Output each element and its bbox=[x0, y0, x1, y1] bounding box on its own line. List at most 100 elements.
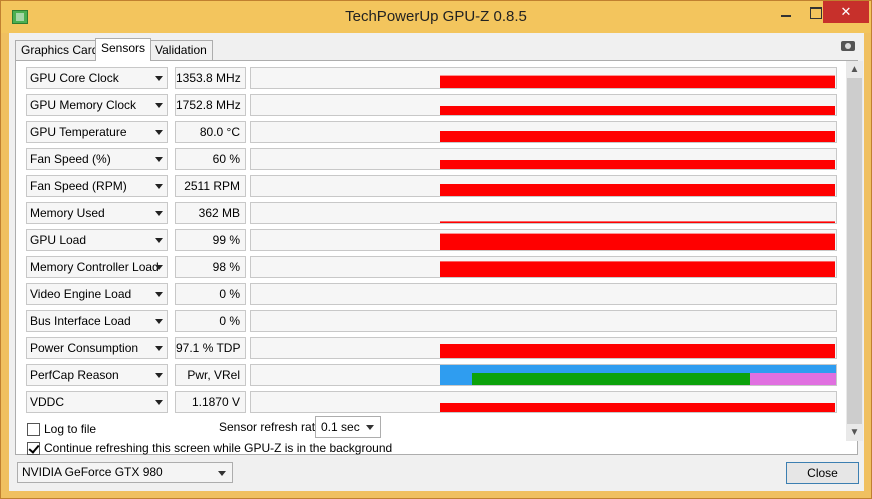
sensor-graph-plot bbox=[440, 75, 835, 88]
sensor-graph-fill bbox=[440, 233, 835, 250]
sensor-name-dropdown[interactable]: Memory Used bbox=[26, 202, 168, 224]
sensor-graph bbox=[250, 391, 837, 413]
sensor-value: 1.1870 V bbox=[175, 391, 246, 413]
sensor-graph-fill bbox=[440, 184, 835, 196]
perfcap-segment bbox=[472, 373, 490, 385]
chevron-down-icon bbox=[155, 184, 163, 189]
chevron-down-icon bbox=[155, 211, 163, 216]
sensor-name-dropdown[interactable]: Fan Speed (%) bbox=[26, 148, 168, 170]
sensor-value: 97.1 % TDP bbox=[175, 337, 246, 359]
chevron-down-icon bbox=[155, 103, 163, 108]
sensor-name: GPU Temperature bbox=[30, 125, 127, 139]
sensor-graph-plot bbox=[440, 106, 835, 115]
sensor-graph-plot bbox=[251, 311, 836, 331]
sensor-scrollbar[interactable]: ▲ ▼ bbox=[846, 61, 863, 441]
sensor-name-dropdown[interactable]: GPU Memory Clock bbox=[26, 94, 168, 116]
sensor-name-dropdown[interactable]: PerfCap Reason bbox=[26, 364, 168, 386]
sensor-name: Fan Speed (%) bbox=[30, 152, 111, 166]
chevron-down-icon bbox=[366, 425, 374, 430]
sensor-row: Fan Speed (%) 60 % bbox=[24, 148, 837, 172]
sensor-graph-fill bbox=[440, 344, 835, 358]
chevron-down-icon bbox=[155, 76, 163, 81]
sensor-graph-fill bbox=[440, 261, 835, 277]
title-bar[interactable]: TechPowerUp GPU-Z 0.8.5 ✕ bbox=[1, 1, 871, 33]
sensor-name-dropdown[interactable]: Fan Speed (RPM) bbox=[26, 175, 168, 197]
sensor-graph-plot bbox=[440, 131, 835, 142]
close-button[interactable]: Close bbox=[786, 462, 859, 484]
sensor-graph bbox=[250, 67, 837, 89]
sensor-name: Video Engine Load bbox=[30, 287, 132, 301]
sensor-name: Memory Used bbox=[30, 206, 105, 220]
sensor-row: GPU Load 99 % bbox=[24, 229, 837, 253]
scroll-up-icon[interactable]: ▲ bbox=[846, 61, 863, 78]
chevron-down-icon bbox=[155, 373, 163, 378]
sensor-graph-fill bbox=[440, 160, 835, 169]
sensor-value: 98 % bbox=[175, 256, 246, 278]
sensor-graph bbox=[250, 337, 837, 359]
sensor-graph-plot bbox=[440, 403, 835, 412]
sensor-value: 0 % bbox=[175, 310, 246, 332]
sensor-name-dropdown[interactable]: Memory Controller Load bbox=[26, 256, 168, 278]
minimize-button[interactable] bbox=[771, 1, 801, 23]
chevron-down-icon bbox=[155, 400, 163, 405]
log-to-file-option[interactable]: Log to file bbox=[27, 422, 96, 438]
sensor-value: 1752.8 MHz bbox=[175, 94, 246, 116]
sensor-graph bbox=[250, 364, 837, 386]
perfcap-segment bbox=[490, 373, 750, 385]
sensor-graph bbox=[250, 256, 837, 278]
sensor-graph-fill bbox=[440, 131, 835, 142]
sensor-name-dropdown[interactable]: GPU Load bbox=[26, 229, 168, 251]
continue-refresh-label: Continue refreshing this screen while GP… bbox=[44, 441, 393, 455]
close-window-button[interactable]: ✕ bbox=[823, 1, 869, 23]
sensor-refresh-label: Sensor refresh rate: bbox=[219, 420, 326, 434]
sensor-value: Pwr, VRel bbox=[175, 364, 246, 386]
window-client-area: Graphics Card Sensors Validation GPU Cor… bbox=[9, 33, 864, 491]
sensor-graph-plot bbox=[440, 365, 836, 385]
continue-refresh-option[interactable]: Continue refreshing this screen while GP… bbox=[27, 441, 393, 456]
sensor-row: GPU Temperature 80.0 °C bbox=[24, 121, 837, 145]
sensor-name-dropdown[interactable]: Video Engine Load bbox=[26, 283, 168, 305]
chevron-down-icon bbox=[218, 471, 226, 476]
perfcap-segment bbox=[440, 365, 836, 373]
sensor-graph bbox=[250, 175, 837, 197]
sensor-name: Bus Interface Load bbox=[30, 314, 131, 328]
sensor-value: 0 % bbox=[175, 283, 246, 305]
chevron-down-icon bbox=[155, 292, 163, 297]
tab-graphics-card[interactable]: Graphics Card bbox=[15, 40, 105, 60]
sensor-graph bbox=[250, 94, 837, 116]
sensor-graph-plot bbox=[251, 284, 836, 304]
perfcap-segment bbox=[750, 373, 836, 385]
sensor-name-dropdown[interactable]: GPU Temperature bbox=[26, 121, 168, 143]
sensor-name-dropdown[interactable]: Bus Interface Load bbox=[26, 310, 168, 332]
sensor-graph-fill bbox=[440, 221, 835, 223]
sensor-row: Memory Controller Load 98 % bbox=[24, 256, 837, 280]
chevron-down-icon bbox=[155, 157, 163, 162]
sensor-name-dropdown[interactable]: GPU Core Clock bbox=[26, 67, 168, 89]
sensor-row: VDDC 1.1870 V bbox=[24, 391, 837, 415]
sensor-graph-fill bbox=[440, 75, 835, 88]
sensor-row: Video Engine Load 0 % bbox=[24, 283, 837, 307]
scroll-down-icon[interactable]: ▼ bbox=[846, 424, 863, 441]
sensor-graph-plot bbox=[440, 261, 835, 277]
log-to-file-checkbox[interactable] bbox=[27, 423, 40, 437]
sensor-row: Memory Used 362 MB bbox=[24, 202, 837, 226]
gpu-select-value: NVIDIA GeForce GTX 980 bbox=[22, 465, 163, 479]
camera-icon[interactable] bbox=[841, 41, 855, 51]
window-title: TechPowerUp GPU-Z 0.8.5 bbox=[345, 8, 527, 25]
sensor-name-dropdown[interactable]: VDDC bbox=[26, 391, 168, 413]
tab-sensors[interactable]: Sensors bbox=[95, 38, 152, 61]
continue-refresh-checkbox[interactable] bbox=[27, 442, 40, 456]
gpu-select[interactable]: NVIDIA GeForce GTX 980 bbox=[17, 462, 233, 483]
tab-validation[interactable]: Validation bbox=[149, 40, 213, 60]
scroll-thumb[interactable] bbox=[847, 78, 862, 424]
sensor-graph bbox=[250, 229, 837, 251]
sensors-panel: GPU Core Clock 1353.8 MHz GPU Memory Clock… bbox=[15, 60, 863, 455]
sensor-row: Bus Interface Load 0 % bbox=[24, 310, 837, 334]
sensor-value: 99 % bbox=[175, 229, 246, 251]
sensor-name-dropdown[interactable]: Power Consumption bbox=[26, 337, 168, 359]
sensor-name: GPU Load bbox=[30, 233, 87, 247]
sensor-refresh-select[interactable]: 0.1 sec bbox=[315, 416, 381, 438]
chevron-down-icon bbox=[155, 319, 163, 324]
chevron-down-icon bbox=[155, 130, 163, 135]
sensor-refresh-value: 0.1 sec bbox=[321, 420, 360, 434]
